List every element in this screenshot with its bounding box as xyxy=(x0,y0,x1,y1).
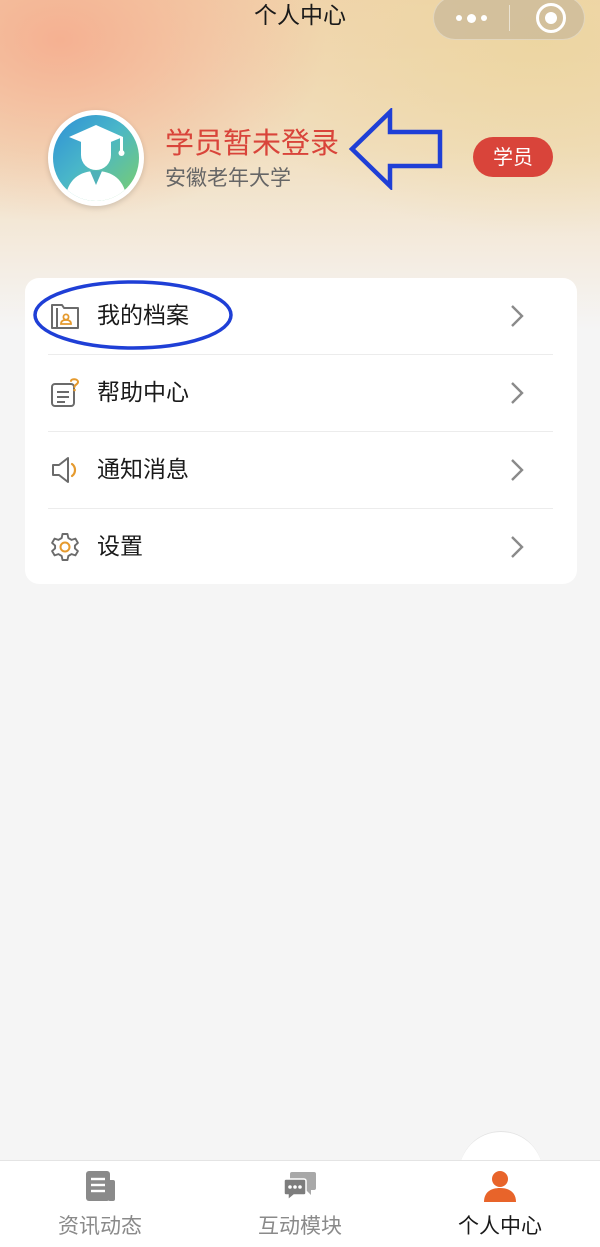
chevron-right-icon xyxy=(511,459,524,481)
school-name: 安徽老年大学 xyxy=(165,166,291,190)
chevron-right-icon xyxy=(511,305,524,327)
tab-label: 资讯动态 xyxy=(58,1214,142,1238)
more-menu-icon[interactable] xyxy=(434,0,509,39)
speaker-icon xyxy=(52,457,77,483)
gear-icon xyxy=(51,533,79,561)
archive-folder-icon xyxy=(51,304,79,329)
chevron-right-icon xyxy=(511,382,524,404)
menu-item-notifications[interactable]: 通知消息 xyxy=(25,432,577,508)
menu-item-settings[interactable]: 设置 xyxy=(25,509,577,585)
close-miniprogram-icon[interactable] xyxy=(536,3,566,33)
menu-item-label: 通知消息 xyxy=(97,457,189,483)
person-icon xyxy=(484,1171,516,1202)
tab-personal-center[interactable]: 个人中心 xyxy=(400,1160,600,1246)
chat-icon xyxy=(283,1172,316,1202)
menu-item-label: 帮助中心 xyxy=(97,380,189,406)
capsule-divider xyxy=(509,5,510,31)
login-status-name[interactable]: 学员暂未登录 xyxy=(165,120,339,162)
help-document-icon xyxy=(51,378,80,407)
avatar[interactable] xyxy=(48,110,144,206)
menu-item-archive[interactable]: 我的档案 xyxy=(25,278,577,354)
menu-item-label: 我的档案 xyxy=(97,303,189,329)
tab-interaction[interactable]: 互动模块 xyxy=(200,1160,400,1246)
tab-label: 个人中心 xyxy=(458,1214,542,1238)
tab-news[interactable]: 资讯动态 xyxy=(0,1160,200,1246)
graduate-avatar-icon xyxy=(65,125,127,201)
annotation-arrow-icon xyxy=(348,108,443,190)
tab-label: 互动模块 xyxy=(258,1214,342,1238)
menu-item-label: 设置 xyxy=(97,534,143,560)
role-badge: 学员 xyxy=(473,137,553,177)
mini-program-capsule xyxy=(433,0,585,40)
news-icon xyxy=(86,1171,115,1201)
menu-card: 我的档案 帮助中心 通知消息 设置 xyxy=(25,278,577,584)
chevron-right-icon xyxy=(511,536,524,558)
menu-item-help-center[interactable]: 帮助中心 xyxy=(25,355,577,431)
